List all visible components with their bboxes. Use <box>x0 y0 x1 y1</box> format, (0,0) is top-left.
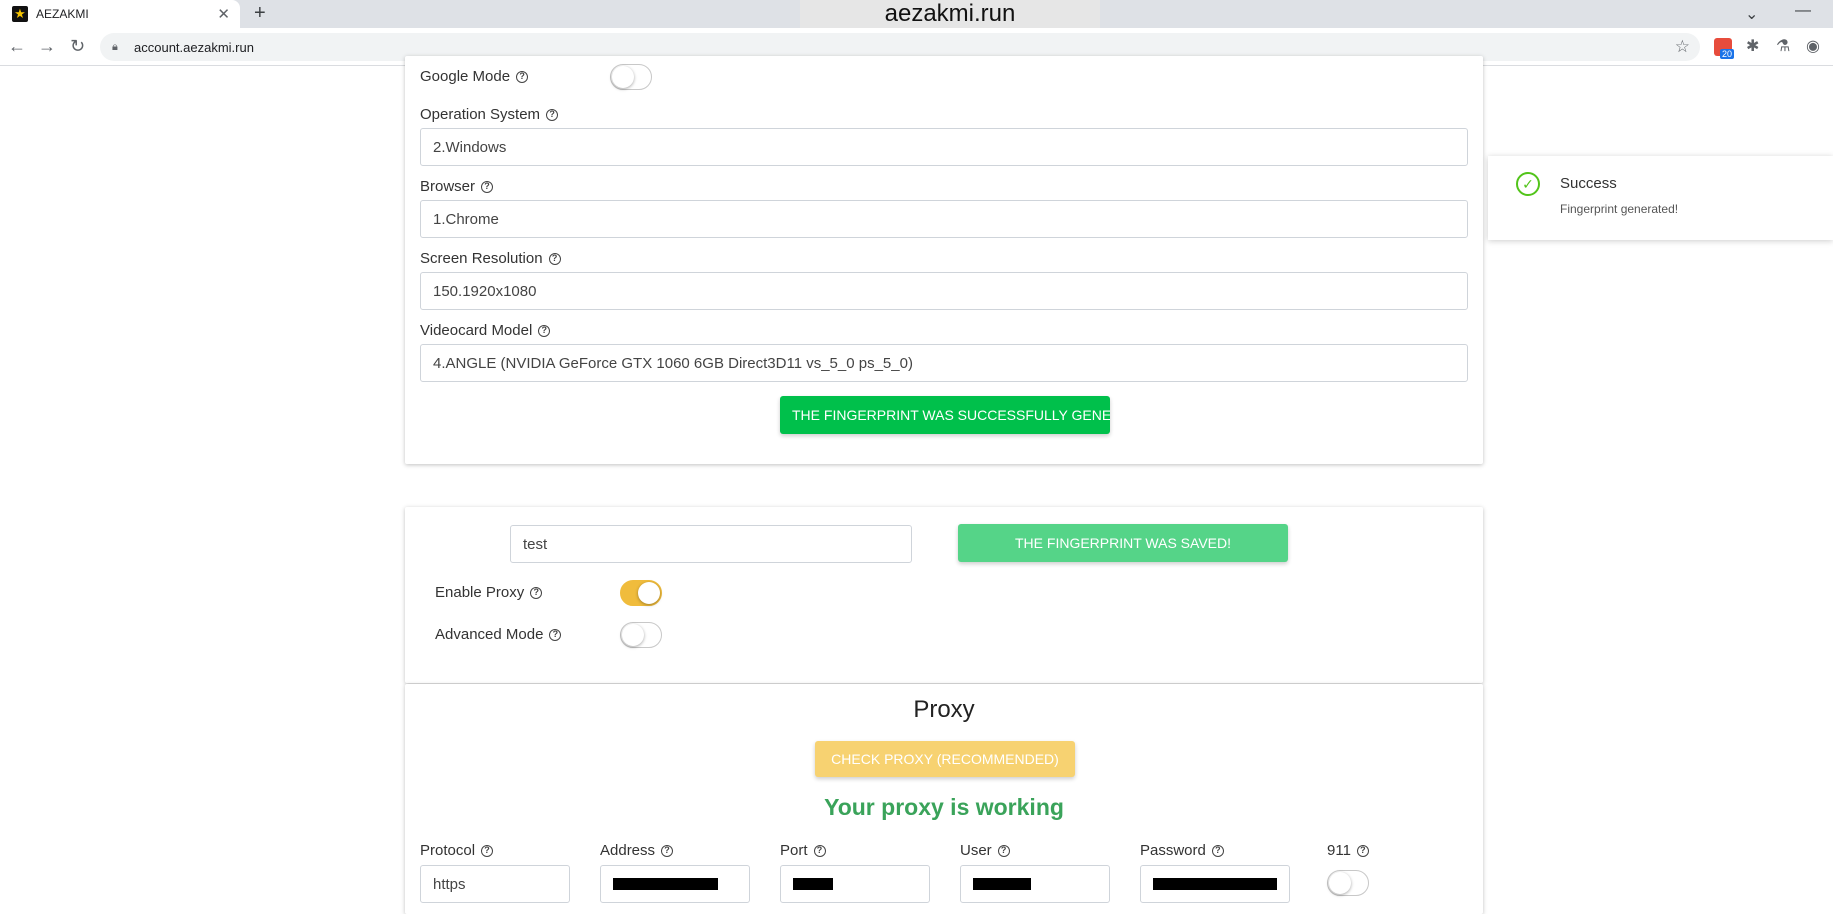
n911-toggle[interactable] <box>1327 870 1369 896</box>
user-input[interactable] <box>960 865 1110 903</box>
password-label: Password ? <box>1140 842 1224 859</box>
browser-label: Browser ? <box>420 178 494 195</box>
check-proxy-button[interactable]: CHECK PROXY (RECOMMENDED) <box>815 741 1075 777</box>
help-icon[interactable]: ? <box>538 324 551 337</box>
help-icon[interactable]: ? <box>481 180 494 193</box>
fingerprint-card: Google Mode ? Operation System ? 2.Windo… <box>405 56 1483 464</box>
videocard-label: Videocard Model ? <box>420 322 551 339</box>
n911-label: 911 ? <box>1327 842 1369 859</box>
redacted-value <box>973 878 1031 890</box>
redacted-value <box>793 878 833 890</box>
fingerprint-saved-button[interactable]: THE FINGERPRINT WAS SAVED! <box>958 524 1288 562</box>
screen-resolution-label: Screen Resolution ? <box>420 250 561 267</box>
tab-title: AEZAKMI <box>36 7 89 21</box>
tab-search-icon[interactable]: ⌄ <box>1745 4 1758 24</box>
redacted-value <box>613 878 718 890</box>
port-input[interactable] <box>780 865 930 903</box>
toggle-knob <box>1329 872 1351 894</box>
enable-proxy-toggle[interactable] <box>620 580 662 606</box>
screen-resolution-select[interactable]: 150.1920x1080 <box>420 272 1468 310</box>
success-toast: ✓ Success Fingerprint generated! <box>1488 156 1833 240</box>
forward-icon[interactable]: → <box>38 36 56 57</box>
page: Google Mode ? Operation System ? 2.Windo… <box>0 56 1833 914</box>
address-input[interactable] <box>600 865 750 903</box>
close-icon[interactable]: ✕ <box>217 5 230 23</box>
profile-name-input[interactable]: test <box>510 525 912 563</box>
labs-flask-icon[interactable]: ⚗ <box>1776 36 1790 56</box>
lock-icon: 🔒︎ <box>112 40 118 53</box>
enable-proxy-label: Enable Proxy ? <box>435 584 543 601</box>
browser-select[interactable]: 1.Chrome <box>420 200 1468 238</box>
help-icon[interactable]: ? <box>1356 844 1369 857</box>
advanced-mode-label: Advanced Mode ? <box>435 626 562 643</box>
generate-fingerprint-button[interactable]: THE FINGERPRINT WAS SUCCESSFULLY GENE <box>780 396 1110 434</box>
help-icon[interactable]: ? <box>530 586 543 599</box>
user-label: User ? <box>960 842 1010 859</box>
help-icon[interactable]: ? <box>548 252 561 265</box>
toast-title: Success <box>1560 175 1617 192</box>
google-mode-label: Google Mode ? <box>420 68 529 85</box>
url-text: account.aezakmi.run <box>134 39 254 55</box>
profile-card: test THE FINGERPRINT WAS SAVED! Enable P… <box>405 507 1483 683</box>
reload-icon[interactable]: ↻ <box>70 36 85 57</box>
new-tab-icon[interactable]: + <box>254 2 266 25</box>
bookmark-star-icon[interactable]: ☆ <box>1675 37 1690 57</box>
os-label: Operation System ? <box>420 106 559 123</box>
toast-message: Fingerprint generated! <box>1560 202 1679 216</box>
help-icon[interactable]: ? <box>813 844 826 857</box>
help-icon[interactable]: ? <box>546 108 559 121</box>
proxy-status-text: Your proxy is working <box>824 794 1064 820</box>
browser-tab[interactable]: ★ AEZAKMI ✕ <box>0 0 240 28</box>
help-icon[interactable]: ? <box>481 844 494 857</box>
window-title: aezakmi.run <box>800 0 1100 28</box>
address-label: Address ? <box>600 842 674 859</box>
help-icon[interactable]: ? <box>1211 844 1224 857</box>
help-icon[interactable]: ? <box>549 628 562 641</box>
protocol-select[interactable]: https <box>420 865 570 903</box>
advanced-mode-toggle[interactable] <box>620 622 662 648</box>
toggle-knob <box>612 66 634 88</box>
extensions-puzzle-icon[interactable]: ✱ <box>1746 36 1759 56</box>
videocard-select[interactable]: 4.ANGLE (NVIDIA GeForce GTX 1060 6GB Dir… <box>420 344 1468 382</box>
help-icon[interactable]: ? <box>661 844 674 857</box>
profile-avatar-icon[interactable]: ◉ <box>1806 36 1820 56</box>
toggle-knob <box>622 624 644 646</box>
help-icon[interactable]: ? <box>997 844 1010 857</box>
extension-badge-count: 20 <box>1720 49 1735 59</box>
check-circle-icon: ✓ <box>1516 172 1540 196</box>
back-icon[interactable]: ← <box>8 36 26 57</box>
browser-tabbar: ★ AEZAKMI ✕ + aezakmi.run ⌄ — <box>0 0 1833 28</box>
toggle-knob <box>638 582 660 604</box>
port-label: Port ? <box>780 842 826 859</box>
star-favicon-icon: ★ <box>12 6 28 22</box>
password-input[interactable] <box>1140 865 1290 903</box>
os-select[interactable]: 2.Windows <box>420 128 1468 166</box>
google-mode-toggle[interactable] <box>610 64 652 90</box>
minimize-icon[interactable]: — <box>1795 2 1811 20</box>
protocol-label: Protocol ? <box>420 842 494 859</box>
help-icon[interactable]: ? <box>516 70 529 83</box>
proxy-title: Proxy <box>913 696 975 723</box>
redacted-value <box>1153 878 1277 890</box>
proxy-card: Proxy CHECK PROXY (RECOMMENDED) Your pro… <box>405 684 1483 914</box>
